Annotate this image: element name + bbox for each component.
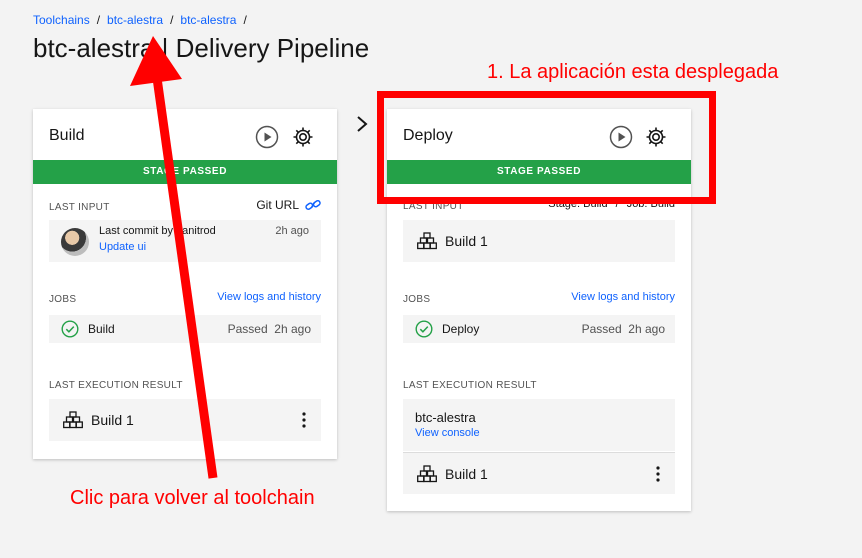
- job-name: Deploy: [442, 322, 480, 336]
- view-console-link[interactable]: View console: [415, 427, 480, 439]
- last-input-label: LAST INPUT: [49, 202, 110, 213]
- annotation-deployed: 1. La aplicación esta desplegada: [487, 61, 779, 83]
- breadcrumb-separator: /: [243, 13, 247, 27]
- job-row[interactable]: Deploy Passed 2h ago: [403, 315, 675, 343]
- build-blocks-icon: [63, 411, 83, 429]
- jobs-label: JOBS: [403, 294, 431, 305]
- git-url-link[interactable]: Git URL: [256, 198, 321, 212]
- status-badge: STAGE PASSED: [33, 160, 337, 184]
- commit-link[interactable]: Update ui: [99, 241, 146, 253]
- breadcrumb-toolchain[interactable]: btc-alestra: [107, 13, 163, 27]
- check-circle-icon: [415, 320, 433, 338]
- overflow-menu-icon[interactable]: [301, 412, 307, 428]
- last-result-tile[interactable]: Build 1: [49, 399, 321, 441]
- view-logs-link[interactable]: View logs and history: [217, 291, 321, 303]
- last-input-tile[interactable]: Build 1: [403, 220, 675, 262]
- job-time: 2h ago: [274, 322, 311, 336]
- breadcrumb: Toolchains / btc-alestra / btc-alestra /: [33, 13, 247, 27]
- job-status: Passed 2h ago: [228, 322, 311, 336]
- build-label: Build 1: [445, 233, 488, 249]
- git-url-label: Git URL: [256, 198, 299, 212]
- check-circle-icon: [61, 320, 79, 338]
- jobs-label: JOBS: [49, 294, 77, 305]
- last-result-label: LAST EXECUTION RESULT: [403, 380, 537, 391]
- build-blocks-icon: [417, 232, 437, 250]
- breadcrumb-toolchains[interactable]: Toolchains: [33, 13, 90, 27]
- gear-icon[interactable]: [291, 125, 315, 149]
- build-label: Build 1: [445, 466, 488, 482]
- job-name: Build: [88, 322, 115, 336]
- job-status-text: Passed: [227, 322, 268, 336]
- breadcrumb-pipeline[interactable]: btc-alestra: [180, 13, 236, 27]
- view-logs-link[interactable]: View logs and history: [571, 291, 675, 303]
- job-time: 2h ago: [628, 322, 665, 336]
- app-tile: btc-alestra View console: [403, 399, 675, 451]
- last-input-tile: Last commit by danitrod Update ui 2h ago: [49, 220, 321, 262]
- link-icon: [305, 200, 321, 210]
- overflow-menu-icon[interactable]: [655, 466, 661, 482]
- commit-text: Last commit by danitrod: [99, 225, 216, 237]
- annotation-back-to-toolchain: Clic para volver al toolchain: [70, 487, 315, 509]
- play-icon[interactable]: [255, 125, 279, 149]
- chevron-right-icon: [357, 116, 368, 132]
- avatar: [61, 228, 89, 256]
- job-status-text: Passed: [581, 322, 622, 336]
- page-title: btc-alestra | Delivery Pipeline: [33, 33, 370, 63]
- stage-card-build: Build STAGE PASSED LAST INPUT Git URL La…: [33, 109, 337, 459]
- commit-time: 2h ago: [275, 225, 309, 237]
- app-name: btc-alestra: [415, 410, 476, 425]
- build-blocks-icon: [417, 465, 437, 483]
- breadcrumb-separator: /: [96, 13, 101, 27]
- build-label: Build 1: [91, 412, 134, 428]
- last-result-tile[interactable]: Build 1: [403, 452, 675, 494]
- job-row[interactable]: Build Passed 2h ago: [49, 315, 321, 343]
- breadcrumb-separator: /: [170, 13, 174, 27]
- stage-header: Build: [33, 109, 337, 159]
- annotation-highlight-box: [377, 91, 716, 204]
- job-status: Passed 2h ago: [582, 322, 665, 336]
- last-result-label: LAST EXECUTION RESULT: [49, 380, 183, 391]
- stage-title: Build: [49, 127, 85, 144]
